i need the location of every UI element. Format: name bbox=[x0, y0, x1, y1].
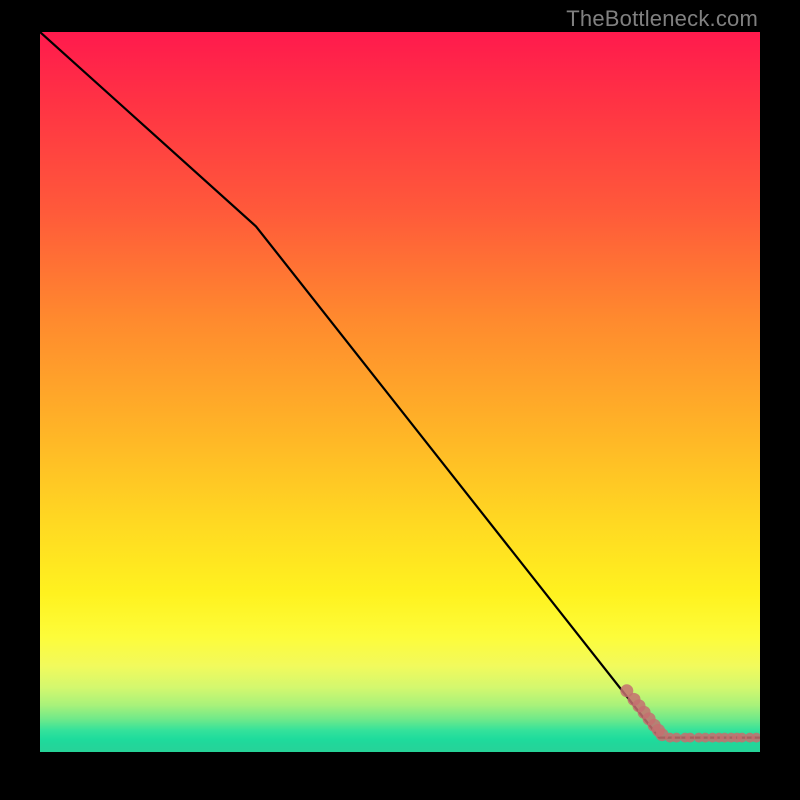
points-flat bbox=[665, 733, 760, 743]
data-point bbox=[685, 733, 695, 743]
plot-area bbox=[40, 32, 760, 752]
data-point bbox=[672, 733, 682, 743]
points-descending bbox=[620, 684, 668, 741]
chart-overlay bbox=[40, 32, 760, 752]
watermark-text: TheBottleneck.com bbox=[566, 6, 758, 32]
curve-line bbox=[40, 32, 760, 738]
chart-frame: TheBottleneck.com bbox=[0, 0, 800, 800]
